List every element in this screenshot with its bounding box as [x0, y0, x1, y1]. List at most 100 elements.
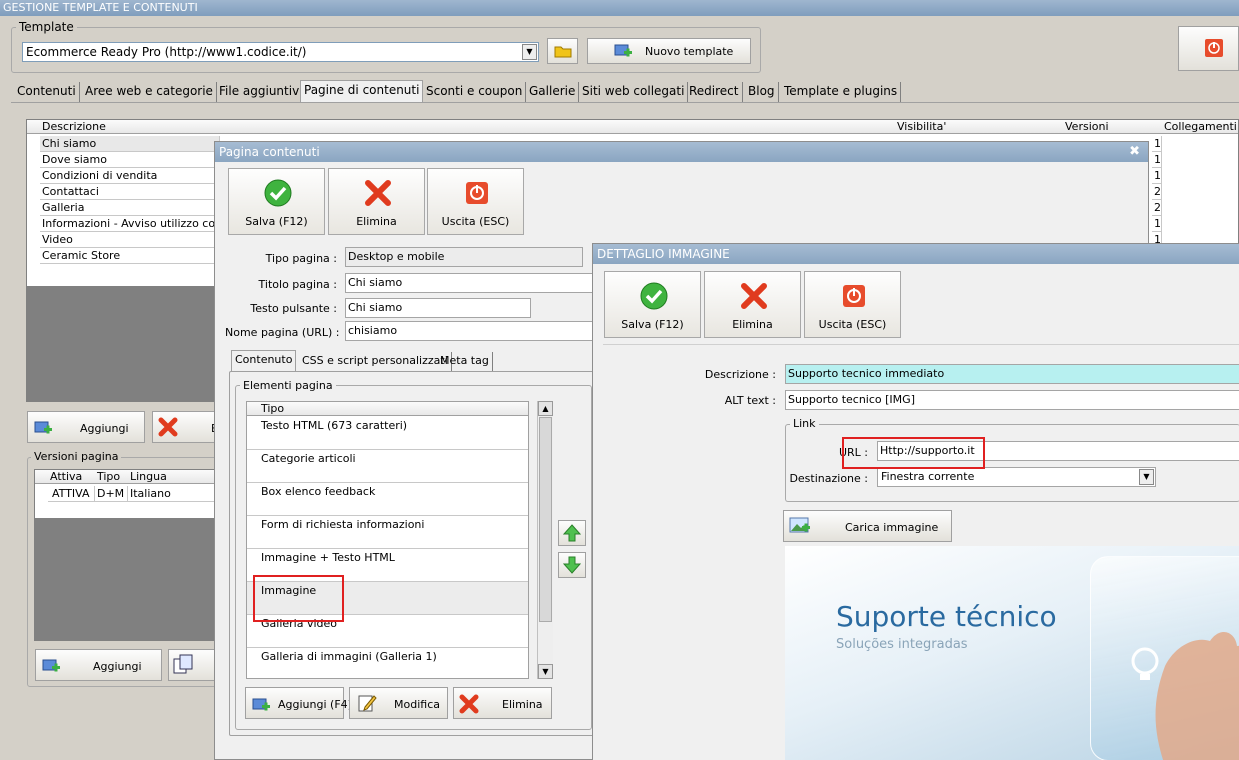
open-folder-button[interactable]: [547, 38, 578, 64]
save-image-label: Salva (F12): [621, 318, 684, 331]
tab-sconti-coupon[interactable]: Sconti e coupon: [423, 82, 527, 102]
exit-button[interactable]: Uscita (ESC): [427, 168, 524, 235]
table-row[interactable]: Dove siamo: [40, 152, 220, 168]
delete-label: Elimina: [356, 215, 397, 228]
table-row[interactable]: Ceramic Store: [40, 248, 220, 264]
alt-text-input[interactable]: Supporto tecnico [IMG]: [785, 390, 1239, 410]
tab-redirect[interactable]: Redirect: [686, 82, 743, 102]
delete-image-button[interactable]: Elimina: [704, 271, 801, 338]
highlight-url: [842, 437, 985, 469]
copy-version-button[interactable]: [168, 649, 216, 681]
version-tipo[interactable]: D+M: [95, 486, 128, 502]
add-template-icon: [614, 44, 632, 57]
delete-icon: [158, 417, 178, 437]
tab-siti-collegati[interactable]: Siti web collegati: [579, 82, 689, 102]
new-template-button[interactable]: Nuovo template: [587, 38, 751, 64]
titolo-pagina-label: Titolo pagina :: [258, 278, 337, 291]
add-element-label: Aggiungi (F4): [278, 698, 352, 711]
versions-label: Versioni pagina: [31, 450, 122, 463]
collegamenti-cell: 1: [1152, 216, 1162, 232]
add-version-label: Aggiungi: [93, 660, 142, 673]
new-template-label: Nuovo template: [645, 45, 734, 58]
collegamenti-cell: 2: [1152, 200, 1162, 216]
save-label: Salva (F12): [245, 215, 308, 228]
add-element-button[interactable]: Aggiungi (F4): [245, 687, 352, 719]
add-icon: [34, 421, 52, 434]
table-row[interactable]: Contattaci: [40, 184, 220, 200]
close-main-button[interactable]: [1178, 26, 1239, 71]
list-item[interactable]: Box elenco feedback: [247, 483, 528, 516]
titolo-pagina-input[interactable]: Chi siamo: [345, 273, 595, 293]
delete-icon: [459, 694, 479, 714]
col-lingua: Lingua: [130, 470, 167, 483]
delete-page-button[interactable]: E: [152, 411, 218, 443]
tab-aree-web[interactable]: Aree web e categorie: [82, 82, 217, 102]
tab-file-aggiuntivi[interactable]: File aggiuntivi: [216, 82, 307, 102]
template-select-value: Ecommerce Ready Pro (http://www1.codice.…: [26, 45, 307, 59]
edit-element-label: Modifica: [394, 698, 440, 711]
template-select[interactable]: Ecommerce Ready Pro (http://www1.codice.…: [22, 42, 539, 62]
table-row[interactable]: Condizioni di vendita: [40, 168, 220, 184]
alt-text-label: ALT text :: [724, 394, 776, 407]
version-lingua[interactable]: Italiano: [128, 486, 216, 502]
move-up-button[interactable]: [558, 520, 586, 546]
descrizione-input[interactable]: Supporto tecnico immediato: [785, 364, 1239, 384]
edit-element-button[interactable]: Modifica: [349, 687, 448, 719]
tab-css-script[interactable]: CSS e script personalizzati: [299, 352, 452, 372]
list-item[interactable]: Testo HTML (673 caratteri): [247, 417, 528, 450]
destinazione-select[interactable]: Finestra corrente ▼: [877, 467, 1156, 487]
power-icon: [466, 182, 488, 204]
elements-scrollbar[interactable]: ▲ ▼: [537, 401, 553, 679]
scroll-up-icon[interactable]: ▲: [538, 401, 553, 416]
tab-contenuti[interactable]: Contenuti: [14, 82, 80, 102]
table-row[interactable]: Chi siamo: [40, 136, 220, 152]
table-row[interactable]: Video: [40, 232, 220, 248]
tab-gallerie[interactable]: Gallerie: [526, 82, 580, 102]
check-icon: [264, 179, 292, 207]
add-version-button[interactable]: Aggiungi: [35, 649, 162, 681]
scroll-down-icon[interactable]: ▼: [538, 664, 553, 679]
chevron-down-icon[interactable]: ▼: [1139, 469, 1154, 485]
add-icon: [42, 659, 60, 672]
destinazione-label: Destinazione :: [789, 472, 868, 485]
delete-image-label: Elimina: [732, 318, 773, 331]
exit-label: Uscita (ESC): [441, 215, 510, 228]
exit-image-button[interactable]: Uscita (ESC): [804, 271, 901, 338]
tab-meta-tag[interactable]: Meta tag: [437, 352, 493, 372]
list-item[interactable]: Categorie articoli: [247, 450, 528, 483]
elementi-label: Elementi pagina: [240, 379, 336, 392]
chevron-down-icon[interactable]: ▼: [522, 44, 537, 60]
list-item[interactable]: Galleria di immagini (Galleria 1): [247, 648, 528, 681]
move-down-button[interactable]: [558, 552, 586, 578]
add-page-button[interactable]: Aggiungi: [27, 411, 145, 443]
table-row[interactable]: Informazioni - Avviso utilizzo cookie: [40, 216, 220, 232]
load-image-button[interactable]: Carica immagine: [783, 510, 952, 542]
tab-template-plugins[interactable]: Template e plugins: [781, 82, 902, 102]
col-tipo: Tipo: [97, 470, 121, 483]
detail-divider: [603, 344, 1239, 345]
delete-button[interactable]: Elimina: [328, 168, 425, 235]
add-icon: [252, 698, 270, 711]
elements-header: Tipo: [247, 402, 528, 416]
arrow-down-icon: [562, 556, 582, 574]
scroll-thumb[interactable]: [539, 417, 552, 622]
save-image-button[interactable]: Salva (F12): [604, 271, 701, 338]
testo-pulsante-input[interactable]: Chi siamo: [345, 298, 531, 318]
col-tipo-element: Tipo: [261, 402, 285, 415]
nome-pagina-input[interactable]: chisiamo: [345, 321, 595, 341]
versions-header: Attiva Tipo Lingua: [35, 470, 214, 484]
list-item[interactable]: Form di richiesta informazioni: [247, 516, 528, 549]
delete-element-label: Elimina: [502, 698, 543, 711]
table-row[interactable]: Galleria: [40, 200, 220, 216]
copy-icon: [173, 654, 193, 674]
version-attiva[interactable]: ATTIVA: [48, 486, 95, 502]
close-icon[interactable]: ✖: [1129, 142, 1140, 162]
delete-element-button[interactable]: Elimina: [453, 687, 552, 719]
tab-contenuto[interactable]: Contenuto: [231, 350, 297, 372]
collegamenti-cell: 2: [1152, 184, 1162, 200]
edit-icon: [358, 695, 377, 712]
tab-pagine-contenuti[interactable]: Pagine di contenuti: [300, 80, 424, 102]
tab-blog[interactable]: Blog: [745, 82, 779, 102]
template-group-label: Template: [16, 20, 77, 34]
save-button[interactable]: Salva (F12): [228, 168, 325, 235]
